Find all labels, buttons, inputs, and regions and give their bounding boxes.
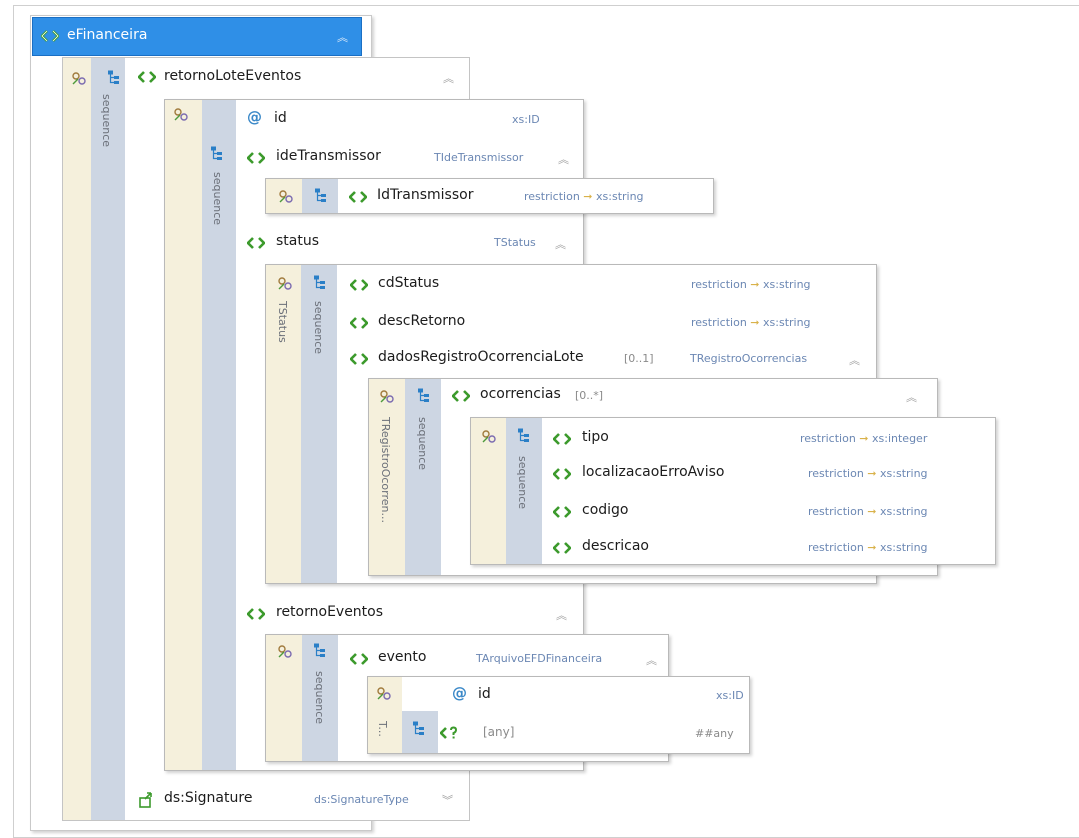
idtransmissor-type: restriction ➞ xs:string bbox=[524, 190, 644, 203]
element-icon bbox=[350, 652, 368, 666]
idetransmissor-label[interactable]: ideTransmissor bbox=[276, 148, 381, 164]
multiplicity: [0..1] bbox=[624, 352, 654, 365]
collapse-chevron-icon[interactable]: ︽ bbox=[906, 389, 917, 405]
signature-label[interactable]: ds:Signature bbox=[164, 790, 252, 806]
retornoloteeventos-label[interactable]: retornoLoteEventos bbox=[164, 68, 301, 84]
sequence-icon bbox=[210, 146, 224, 162]
descretorno-label[interactable]: descRetorno bbox=[378, 313, 465, 329]
idetransmissor-type: TIdeTransmissor bbox=[434, 151, 524, 164]
group-icon bbox=[173, 108, 189, 122]
sequence-label: sequence bbox=[100, 94, 113, 148]
dadosregistroocorrencialote-label[interactable]: dadosRegistroOcorrenciaLote bbox=[378, 349, 584, 365]
descricao-type: restriction ➞ xs:string bbox=[808, 541, 928, 554]
efinanceira-label: eFinanceira bbox=[67, 27, 148, 43]
descricao-label[interactable]: descricao bbox=[582, 538, 649, 554]
signature-icon bbox=[138, 791, 156, 809]
sequence-icon bbox=[417, 388, 431, 404]
sequence-icon bbox=[412, 721, 426, 737]
id-attribute-label[interactable]: id bbox=[274, 110, 287, 126]
sequence-icon bbox=[313, 643, 327, 659]
sequence-label: sequence bbox=[313, 671, 326, 725]
dadosregistro-type: TRegistroOcorrencias bbox=[690, 352, 808, 365]
attribute-icon: @ bbox=[247, 108, 262, 126]
tregistro-strip-label: TRegistroOcorren... bbox=[379, 417, 392, 524]
element-icon bbox=[350, 352, 368, 366]
element-icon bbox=[350, 316, 368, 330]
group-icon bbox=[277, 277, 293, 291]
element-icon bbox=[247, 236, 265, 250]
element-icon bbox=[452, 389, 470, 403]
element-icon bbox=[349, 190, 367, 204]
group-icon bbox=[481, 430, 497, 444]
element-icon bbox=[247, 151, 265, 165]
cdstatus-label[interactable]: cdStatus bbox=[378, 275, 439, 291]
element-icon bbox=[553, 541, 571, 555]
group-icon bbox=[278, 190, 294, 204]
any-label[interactable]: [any] bbox=[483, 725, 514, 739]
collapse-chevron-icon[interactable]: ︽ bbox=[337, 29, 348, 45]
idetransmissor-content bbox=[265, 178, 714, 214]
evento-label[interactable]: evento bbox=[378, 649, 426, 665]
sequence-icon bbox=[314, 188, 328, 204]
collapse-chevron-icon[interactable]: ︽ bbox=[555, 236, 566, 252]
idtransmissor-label[interactable]: IdTransmissor bbox=[377, 187, 473, 203]
tipo-label[interactable]: tipo bbox=[582, 429, 609, 445]
localizacao-type: restriction ➞ xs:string bbox=[808, 467, 928, 480]
descretorno-type: restriction ➞ xs:string bbox=[691, 316, 811, 329]
retornoeventos-label[interactable]: retornoEventos bbox=[276, 604, 383, 620]
element-icon bbox=[553, 432, 571, 446]
group-icon bbox=[376, 687, 392, 701]
codigo-label[interactable]: codigo bbox=[582, 502, 629, 518]
expand-chevron-icon[interactable]: ︾ bbox=[442, 792, 453, 808]
group-icon bbox=[277, 645, 293, 659]
sequence-icon bbox=[107, 70, 121, 86]
evento-id-label[interactable]: id bbox=[478, 686, 491, 702]
collapse-chevron-icon[interactable]: ︽ bbox=[556, 607, 567, 623]
collapse-chevron-icon[interactable]: ︽ bbox=[558, 151, 569, 167]
status-type: TStatus bbox=[494, 236, 536, 249]
collapse-chevron-icon[interactable]: ︽ bbox=[646, 652, 657, 668]
group-icon bbox=[379, 390, 395, 404]
codigo-type: restriction ➞ xs:string bbox=[808, 505, 928, 518]
evento-type: TArquivoEFDFinanceira bbox=[476, 652, 603, 665]
id-type: xs:ID bbox=[512, 113, 540, 126]
tarquivo-strip-label: T... bbox=[376, 721, 389, 737]
element-icon bbox=[247, 607, 265, 621]
multiplicity: [0..*] bbox=[575, 389, 604, 402]
efinanceira-header[interactable]: eFinanceira ︽ bbox=[32, 17, 362, 56]
evento-id-type: xs:ID bbox=[716, 689, 744, 702]
element-icon bbox=[553, 467, 571, 481]
tstatus-strip-label: TStatus bbox=[276, 301, 289, 343]
sequence-label: sequence bbox=[516, 456, 529, 510]
any-type: ##any bbox=[695, 727, 734, 740]
attribute-icon: @ bbox=[452, 684, 467, 702]
sequence-icon bbox=[313, 275, 327, 291]
status-label[interactable]: status bbox=[276, 233, 319, 249]
element-icon bbox=[553, 505, 571, 519]
collapse-chevron-icon[interactable]: ︽ bbox=[443, 70, 454, 86]
sequence-label: sequence bbox=[211, 172, 224, 226]
element-icon bbox=[350, 278, 368, 292]
sequence-icon bbox=[517, 428, 531, 444]
collapse-chevron-icon[interactable]: ︽ bbox=[849, 352, 860, 368]
evento-content: T... bbox=[367, 676, 750, 754]
any-element-icon bbox=[440, 726, 458, 740]
group-icon bbox=[71, 72, 87, 86]
tipo-type: restriction ➞ xs:integer bbox=[800, 432, 928, 445]
signature-type: ds:SignatureType bbox=[314, 793, 409, 806]
sequence-label: sequence bbox=[312, 301, 325, 355]
localizacaoerroaviso-label[interactable]: localizacaoErroAviso bbox=[582, 464, 724, 480]
ocorrencias-label[interactable]: ocorrencias bbox=[480, 386, 561, 402]
element-icon bbox=[138, 70, 156, 84]
sequence-label: sequence bbox=[416, 417, 429, 471]
cdstatus-type: restriction ➞ xs:string bbox=[691, 278, 811, 291]
